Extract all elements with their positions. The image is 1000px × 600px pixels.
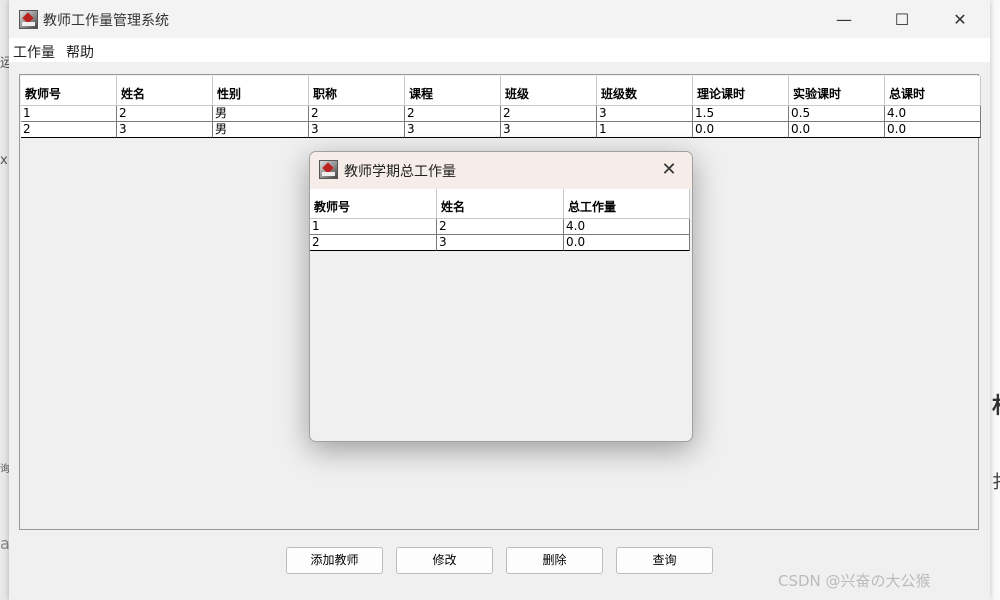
background-text-fragment: 村: [992, 388, 1000, 420]
column-header[interactable]: 理论课时: [693, 76, 789, 106]
table-cell[interactable]: 男: [213, 106, 309, 122]
dialog-close-button[interactable]: ✕: [654, 158, 684, 182]
table-cell[interactable]: 2: [501, 106, 597, 122]
column-header[interactable]: 姓名: [437, 189, 564, 219]
edit-button[interactable]: 修改: [396, 547, 493, 574]
table-cell[interactable]: 2: [405, 106, 501, 122]
table-cell[interactable]: 3: [405, 122, 501, 138]
table-cell[interactable]: 2: [309, 106, 405, 122]
table-cell[interactable]: 2: [437, 219, 564, 235]
table-cell[interactable]: 0.0: [564, 235, 690, 251]
query-button[interactable]: 查询: [616, 547, 713, 574]
close-button[interactable]: ✕: [938, 4, 982, 34]
menu-bar: 工作量 帮助: [9, 38, 990, 62]
workload-table: 教师号 姓名 总工作量 1 2 4.0 2 3 0.0: [310, 189, 690, 251]
title-bar[interactable]: 教师工作量管理系统 — ☐ ✕: [9, 0, 990, 38]
maximize-button[interactable]: ☐: [880, 4, 924, 34]
table-cell[interactable]: 2: [21, 122, 117, 138]
java-app-icon: [19, 10, 38, 29]
table-cell[interactable]: 1.5: [693, 106, 789, 122]
table-cell[interactable]: 1: [21, 106, 117, 122]
column-header[interactable]: 总课时: [885, 76, 981, 106]
menu-help[interactable]: 帮助: [66, 42, 94, 62]
column-header[interactable]: 班级: [501, 76, 597, 106]
dialog-title: 教师学期总工作量: [344, 164, 456, 180]
column-header[interactable]: 职称: [309, 76, 405, 106]
java-app-icon: [319, 160, 338, 179]
table-cell[interactable]: 2: [117, 106, 213, 122]
background-text-fragment: 扌: [992, 468, 1000, 494]
table-cell[interactable]: 3: [437, 235, 564, 251]
teacher-table: 教师号 姓名 性别 职称 课程 班级 班级数 理论课时 实验课时 总课时 1 2…: [21, 76, 981, 138]
table-cell[interactable]: 4.0: [885, 106, 981, 122]
column-header[interactable]: 总工作量: [564, 189, 690, 219]
column-header[interactable]: 班级数: [597, 76, 693, 106]
table-cell[interactable]: 3: [117, 122, 213, 138]
column-header[interactable]: 姓名: [117, 76, 213, 106]
column-header[interactable]: 教师号: [310, 189, 437, 219]
column-header[interactable]: 课程: [405, 76, 501, 106]
table-cell[interactable]: 0.5: [789, 106, 885, 122]
table-cell[interactable]: 1: [597, 122, 693, 138]
table-cell[interactable]: 4.0: [564, 219, 690, 235]
window-title: 教师工作量管理系统: [43, 13, 169, 29]
add-teacher-button[interactable]: 添加教师: [286, 547, 383, 574]
workload-dialog: 教师学期总工作量 ✕ 教师号 姓名 总工作量 1 2 4.0 2 3 0.0: [309, 151, 693, 442]
table-cell[interactable]: 2: [310, 235, 437, 251]
column-header[interactable]: 性别: [213, 76, 309, 106]
background-window-right: [990, 0, 1000, 600]
csdn-watermark: CSDN @兴奋の大公猴: [778, 572, 931, 590]
delete-button[interactable]: 删除: [506, 547, 603, 574]
table-cell[interactable]: 3: [501, 122, 597, 138]
table-cell[interactable]: 0.0: [885, 122, 981, 138]
table-cell[interactable]: 3: [597, 106, 693, 122]
column-header[interactable]: 教师号: [21, 76, 117, 106]
minimize-button[interactable]: —: [822, 4, 866, 34]
table-cell[interactable]: 男: [213, 122, 309, 138]
background-text-fragment: x: [0, 153, 8, 168]
table-cell[interactable]: 0.0: [789, 122, 885, 138]
table-cell[interactable]: 0.0: [693, 122, 789, 138]
menu-workload[interactable]: 工作量: [13, 42, 55, 62]
table-cell[interactable]: 3: [309, 122, 405, 138]
table-cell[interactable]: 1: [310, 219, 437, 235]
dialog-title-bar[interactable]: 教师学期总工作量 ✕: [310, 152, 692, 188]
column-header[interactable]: 实验课时: [789, 76, 885, 106]
